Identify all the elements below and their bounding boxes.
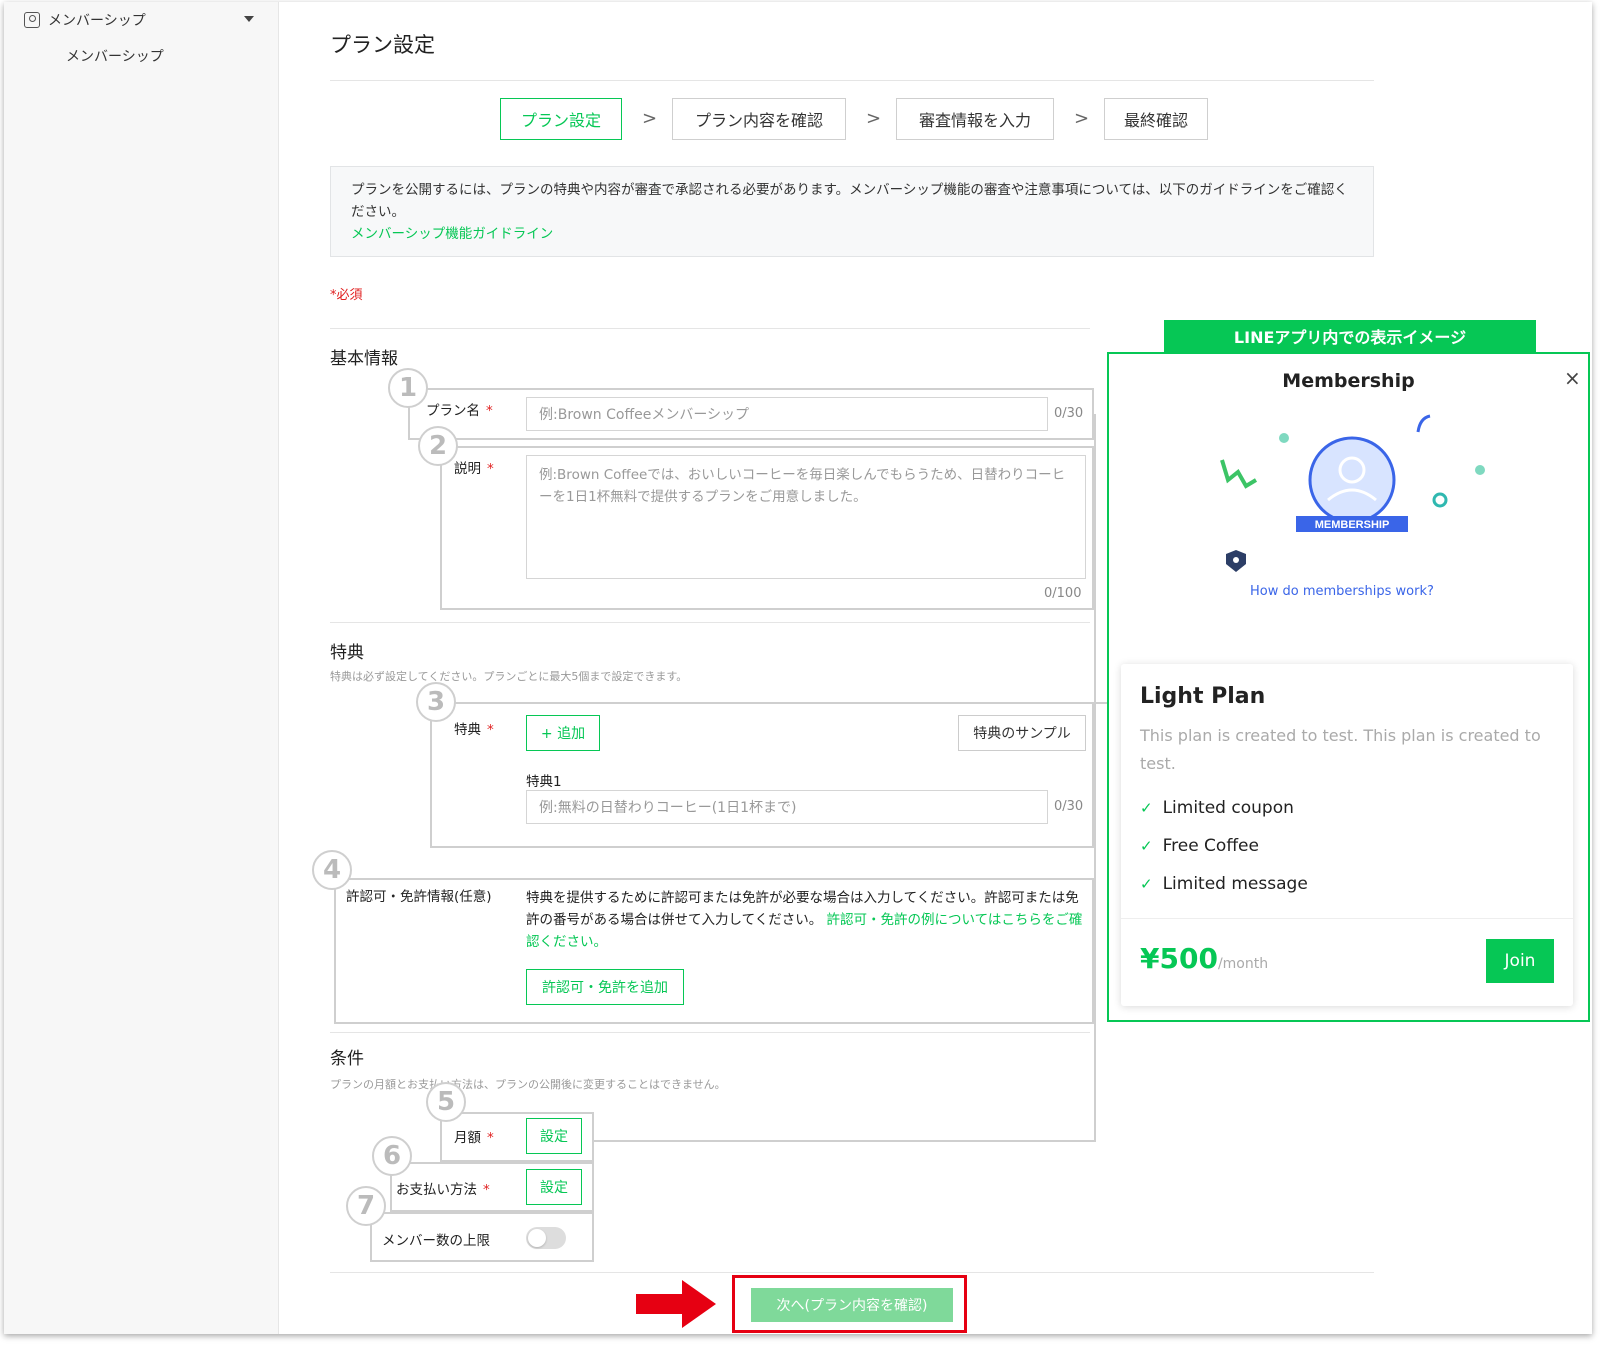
divider <box>330 328 1090 329</box>
plan-preview-name: Light Plan <box>1140 684 1266 709</box>
step-plan-settings: プラン設定 <box>500 98 622 140</box>
add-license-button[interactable]: 許認可・免許を追加 <box>526 969 684 1005</box>
add-benefit-button[interactable]: + 追加 <box>526 715 600 751</box>
benefit-1-label: 特典1 <box>526 774 562 790</box>
description-label: 説明 * <box>454 461 494 477</box>
membership-badge: MEMBERSHIP <box>1315 519 1390 531</box>
benefit-sample-button[interactable]: 特典のサンプル <box>958 715 1086 751</box>
guideline-link[interactable]: メンバーシップ機能ガイドライン <box>351 226 553 242</box>
section-title-conditions: 条件 <box>330 1049 364 1069</box>
connector-line <box>1094 414 1096 1142</box>
required-note: *必須 <box>330 288 363 303</box>
plan-feature-3: ✓ Limited message <box>1140 874 1308 894</box>
callout-number-6: 6 <box>372 1136 412 1176</box>
plan-name-label: プラン名 * <box>426 403 493 419</box>
check-icon: ✓ <box>1140 837 1153 855</box>
sidebar-item-membership[interactable]: メンバーシップ <box>66 46 164 66</box>
payment-method-label: お支払い方法 * <box>396 1182 490 1198</box>
monthly-fee-set-button[interactable]: 設定 <box>526 1118 582 1154</box>
chevron-right-icon: > <box>866 108 882 129</box>
step-final-confirm: 最終確認 <box>1104 98 1208 140</box>
sidebar-section-membership[interactable]: メンバーシップ <box>24 10 146 30</box>
plan-price: ¥500/month <box>1140 942 1268 975</box>
conditions-description: プランの月額とお支払い方法は、プランの公開後に変更することはできません。 <box>330 1078 726 1091</box>
plan-name-counter: 0/30 <box>1054 406 1084 421</box>
callout-number-5: 5 <box>426 1082 466 1122</box>
license-label: 許認可・免許情報(任意) <box>346 889 492 905</box>
member-limit-toggle[interactable] <box>526 1227 566 1249</box>
notice-box: プランを公開するには、プランの特典や内容が審査で承認される必要があります。メンバ… <box>330 166 1374 257</box>
divider <box>330 80 1374 81</box>
benefit-1-input[interactable]: 例:無料の日替わりコーヒー(1日1杯まで) <box>526 790 1048 824</box>
plan-feature-1: ✓ Limited coupon <box>1140 798 1294 818</box>
divider <box>330 1032 1090 1033</box>
join-button[interactable]: Join <box>1486 939 1554 983</box>
sidebar: メンバーシップ メンバーシップ <box>4 2 279 1334</box>
plan-feature-2: ✓ Free Coffee <box>1140 836 1259 856</box>
callout-number-4: 4 <box>312 850 352 890</box>
plan-name-input[interactable]: 例:Brown Coffeeメンバーシップ <box>526 397 1048 431</box>
next-button[interactable]: 次へ(プラン内容を確認) <box>751 1288 953 1322</box>
sidebar-section-label: メンバーシップ <box>48 13 146 29</box>
chevron-right-icon: > <box>642 108 658 129</box>
preview-tag: LINEアプリ内での表示イメージ <box>1164 320 1536 352</box>
member-limit-label: メンバー数の上限 <box>382 1233 490 1249</box>
step-review-info: 審査情報を入力 <box>896 98 1054 140</box>
divider <box>330 622 1090 623</box>
check-icon: ✓ <box>1140 799 1153 817</box>
payment-method-set-button[interactable]: 設定 <box>526 1169 582 1205</box>
divider <box>330 1272 1374 1273</box>
section-title-benefits: 特典 <box>330 643 364 663</box>
callout-number-7: 7 <box>346 1186 386 1226</box>
description-textarea[interactable]: 例:Brown Coffeeでは、おいしいコーヒーを毎日楽しんでもらうため、日替… <box>526 455 1086 579</box>
benefits-label: 特典 * <box>454 722 494 738</box>
page-title: プラン設定 <box>330 33 435 57</box>
description-counter: 0/100 <box>1044 586 1082 601</box>
membership-illustration: MEMBERSHIP <box>1220 414 1485 572</box>
connector-line <box>594 1140 1096 1142</box>
benefit-1-counter: 0/30 <box>1054 799 1084 814</box>
how-memberships-work-link[interactable]: How do memberships work? <box>1250 584 1434 599</box>
callout-number-2: 2 <box>418 426 458 466</box>
callout-number-1: 1 <box>388 368 428 408</box>
chevron-right-icon: > <box>1074 108 1090 129</box>
price-period: /month <box>1217 956 1269 972</box>
plan-preview-description: This plan is created to test. This plan … <box>1140 726 1541 773</box>
check-icon: ✓ <box>1140 875 1153 893</box>
caret-down-icon[interactable] <box>244 16 254 22</box>
red-arrow-icon <box>636 1280 716 1328</box>
price-amount: ¥500 <box>1140 942 1218 975</box>
benefits-description: 特典は必ず設定してください。プランごとに最大5個まで設定できます。 <box>330 670 688 683</box>
callout-number-3: 3 <box>416 682 456 722</box>
step-confirm-plan: プラン内容を確認 <box>672 98 846 140</box>
notice-text: プランを公開するには、プランの特典や内容が審査で承認される必要があります。メンバ… <box>351 182 1348 220</box>
license-description: 特典を提供するために許認可または免許が必要な場合は入力してください。許認可または… <box>526 887 1086 953</box>
monthly-fee-label: 月額 * <box>454 1130 494 1146</box>
close-icon[interactable]: × <box>1564 366 1581 390</box>
app-frame: メンバーシップ メンバーシップ プラン設定 プラン設定 > プラン内容を確認 >… <box>4 2 1592 1334</box>
member-card-icon <box>24 12 40 28</box>
section-title-basic: 基本情報 <box>330 349 398 369</box>
preview-header: Membership <box>1282 370 1415 392</box>
divider <box>1121 918 1573 919</box>
